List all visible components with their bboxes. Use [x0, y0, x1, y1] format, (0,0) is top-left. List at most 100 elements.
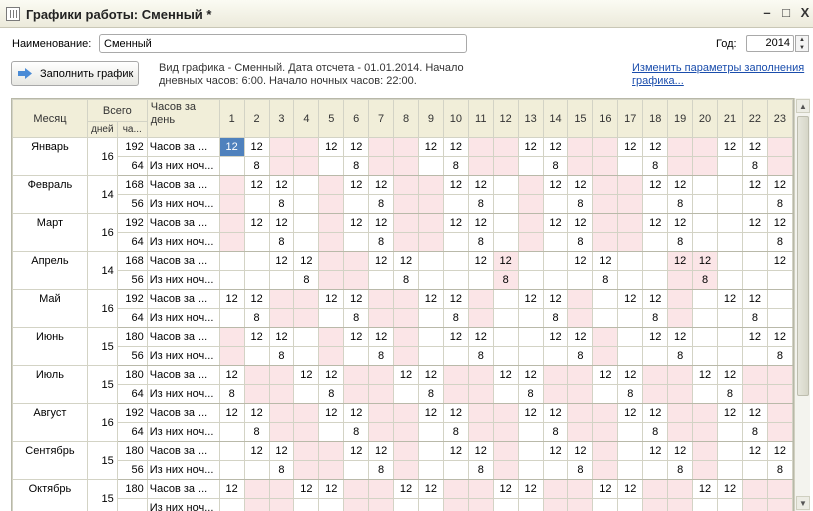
night-hours-cell[interactable]: [692, 384, 719, 404]
night-hours-cell[interactable]: [293, 460, 320, 480]
month-night-hours-cell[interactable]: 64: [116, 384, 148, 404]
day-header[interactable]: 15: [567, 99, 594, 138]
day-hours-cell[interactable]: 12: [766, 327, 793, 347]
day-hours-cell[interactable]: [667, 137, 694, 157]
night-hours-cell[interactable]: [268, 156, 295, 176]
day-hours-cell[interactable]: [293, 175, 320, 195]
day-hours-cell[interactable]: 12: [567, 441, 594, 461]
night-hours-cell[interactable]: [741, 346, 768, 366]
night-hours-cell[interactable]: [343, 460, 370, 480]
day-hours-cell[interactable]: 12: [642, 213, 669, 233]
day-hours-cell[interactable]: 12: [741, 403, 768, 423]
night-hours-cell[interactable]: [741, 270, 768, 290]
night-hours-cell[interactable]: [442, 232, 469, 252]
night-hours-cell[interactable]: [467, 384, 494, 404]
day-hours-cell[interactable]: 12: [766, 213, 793, 233]
month-days-cell[interactable]: 16: [86, 289, 118, 328]
night-hours-cell[interactable]: [766, 156, 793, 176]
day-hours-cell[interactable]: 12: [717, 365, 743, 385]
day-hours-cell[interactable]: 12: [343, 213, 370, 233]
night-hours-cell[interactable]: [617, 346, 644, 366]
close-button[interactable]: X: [797, 5, 813, 21]
day-hours-cell[interactable]: [567, 137, 594, 157]
night-hours-cell[interactable]: [692, 232, 719, 252]
night-hours-cell[interactable]: 8: [243, 308, 270, 328]
day-hours-cell[interactable]: 12: [567, 175, 594, 195]
day-hours-cell[interactable]: 12: [243, 175, 270, 195]
day-hours-cell[interactable]: [417, 327, 444, 347]
night-hours-cell[interactable]: [417, 232, 444, 252]
day-hours-cell[interactable]: 12: [517, 403, 544, 423]
day-hours-cell[interactable]: [692, 213, 719, 233]
night-hours-cell[interactable]: [617, 422, 644, 442]
day-hours-cell[interactable]: 12: [517, 137, 544, 157]
day-hours-cell[interactable]: [741, 251, 768, 271]
day-hours-cell[interactable]: 12: [692, 251, 719, 271]
night-hours-cell[interactable]: [592, 498, 619, 511]
night-hours-cell[interactable]: [343, 346, 370, 366]
day-hours-cell[interactable]: 12: [268, 251, 295, 271]
day-hours-cell[interactable]: 12: [442, 441, 469, 461]
day-header[interactable]: 22: [741, 99, 768, 138]
night-hours-cell[interactable]: 8: [517, 384, 544, 404]
day-hours-cell[interactable]: [368, 403, 395, 423]
night-hours-cell[interactable]: 8: [692, 270, 719, 290]
night-hours-cell[interactable]: [293, 498, 320, 511]
day-hours-cell[interactable]: 12: [368, 327, 395, 347]
night-hours-cell[interactable]: [218, 194, 245, 214]
night-hours-cell[interactable]: [218, 422, 245, 442]
night-hours-cell[interactable]: [542, 384, 569, 404]
day-hours-cell[interactable]: 12: [218, 137, 245, 157]
day-hours-cell[interactable]: 12: [368, 251, 395, 271]
night-hours-cell[interactable]: [218, 498, 245, 511]
night-hours-cell[interactable]: [318, 270, 345, 290]
day-hours-cell[interactable]: [218, 327, 245, 347]
night-hours-cell[interactable]: [243, 460, 270, 480]
month-days-cell[interactable]: 16: [86, 403, 118, 442]
day-hours-cell[interactable]: [517, 213, 544, 233]
night-hours-cell[interactable]: [467, 156, 494, 176]
month-hours-cell[interactable]: 192: [116, 289, 148, 309]
day-hours-cell[interactable]: 12: [617, 479, 644, 499]
day-hours-cell[interactable]: 12: [467, 213, 494, 233]
night-hours-cell[interactable]: [218, 270, 245, 290]
night-hours-cell[interactable]: [717, 270, 743, 290]
night-hours-cell[interactable]: [442, 194, 469, 214]
night-hours-cell[interactable]: [592, 460, 619, 480]
day-hours-cell[interactable]: 12: [318, 365, 345, 385]
night-hours-cell[interactable]: [318, 232, 345, 252]
day-hours-cell[interactable]: 12: [567, 327, 594, 347]
day-hours-cell[interactable]: 12: [766, 251, 793, 271]
night-hours-cell[interactable]: 8: [268, 194, 295, 214]
month-night-hours-cell[interactable]: 64: [116, 156, 148, 176]
night-hours-cell[interactable]: [243, 346, 270, 366]
day-hours-cell[interactable]: [243, 479, 270, 499]
day-hours-cell[interactable]: 12: [467, 441, 494, 461]
day-hours-cell[interactable]: [293, 289, 320, 309]
day-hours-cell[interactable]: 12: [343, 441, 370, 461]
month-days-cell[interactable]: 15: [86, 479, 118, 511]
night-hours-cell[interactable]: [692, 346, 719, 366]
night-hours-cell[interactable]: 8: [218, 384, 245, 404]
night-hours-cell[interactable]: [293, 232, 320, 252]
day-hours-cell[interactable]: [567, 479, 594, 499]
hours-per-day-header[interactable]: Часов за день: [146, 99, 220, 138]
night-hours-cell[interactable]: [293, 346, 320, 366]
day-hours-cell[interactable]: 12: [542, 175, 569, 195]
night-hours-cell[interactable]: [492, 384, 519, 404]
night-hours-cell[interactable]: [642, 270, 669, 290]
month-night-hours-cell[interactable]: 56: [116, 270, 148, 290]
day-hours-cell[interactable]: [318, 251, 345, 271]
night-hours-cell[interactable]: [517, 232, 544, 252]
month-hours-cell[interactable]: 192: [116, 137, 148, 157]
night-hours-cell[interactable]: 8: [243, 422, 270, 442]
night-hours-cell[interactable]: 8: [293, 270, 320, 290]
day-hours-cell[interactable]: [517, 327, 544, 347]
day-hours-cell[interactable]: [617, 175, 644, 195]
day-hours-cell[interactable]: [492, 441, 519, 461]
day-hours-cell[interactable]: [318, 213, 345, 233]
day-header[interactable]: 12: [492, 99, 519, 138]
night-hours-cell[interactable]: 8: [567, 232, 594, 252]
day-hours-cell[interactable]: 12: [642, 175, 669, 195]
night-hours-cell[interactable]: [617, 308, 644, 328]
